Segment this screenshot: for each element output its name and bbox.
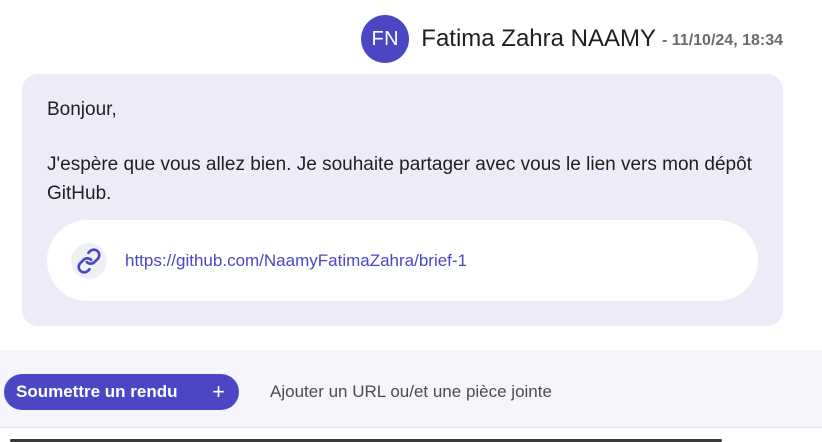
link-url[interactable]: https://github.com/NaamyFatimaZahra/brie…: [125, 251, 467, 271]
plus-icon: +: [212, 379, 225, 404]
avatar: FN: [361, 15, 410, 63]
link-attachment[interactable]: https://github.com/NaamyFatimaZahra/brie…: [47, 220, 758, 301]
submission-bar: Soumettre un rendu + Ajouter un URL ou/e…: [0, 350, 822, 428]
message-bubble: Bonjour, J'espère que vous allez bien. J…: [22, 74, 783, 326]
message-timestamp: - 11/10/24, 18:34: [662, 32, 783, 49]
message-body: J'espère que vous allez bien. Je souhait…: [47, 154, 752, 204]
submit-work-button[interactable]: Soumettre un rendu +: [4, 374, 239, 410]
message-greeting: Bonjour,: [47, 99, 117, 120]
author-name: Fatima Zahra NAAMY: [421, 25, 657, 52]
message-view: FN Fatima Zahra NAAMY - 11/10/24, 18:34 …: [0, 0, 822, 442]
message-header: FN Fatima Zahra NAAMY - 11/10/24, 18:34: [361, 15, 783, 63]
submission-hint: Ajouter un URL ou/et une pièce jointe: [270, 382, 552, 401]
link-icon: [71, 242, 107, 279]
submit-button-label: Soumettre un rendu: [16, 382, 178, 401]
